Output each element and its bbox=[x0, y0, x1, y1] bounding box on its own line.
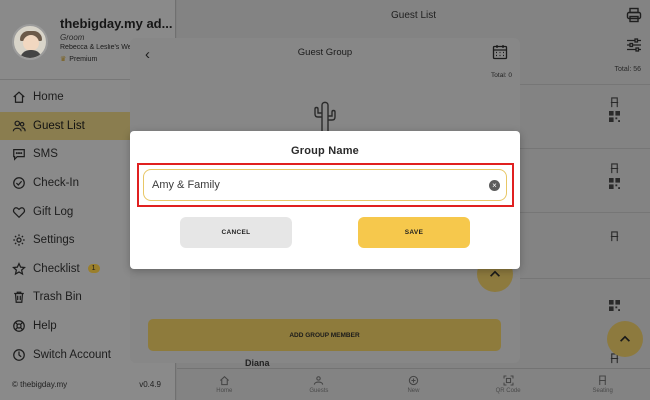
sidebar-item-label: Settings bbox=[33, 234, 75, 247]
plus-circle-icon bbox=[408, 375, 419, 386]
home-icon bbox=[12, 90, 26, 104]
sidebar-item-label: Check-In bbox=[33, 177, 80, 190]
qr-code-icon bbox=[503, 375, 514, 386]
heart-icon bbox=[12, 205, 26, 219]
save-button[interactable]: SAVE bbox=[358, 217, 470, 248]
tab-label: Guests bbox=[309, 388, 329, 394]
cancel-button[interactable]: CANCEL bbox=[180, 217, 292, 248]
chair-icon bbox=[610, 97, 619, 108]
clear-input-icon[interactable]: × bbox=[489, 180, 500, 191]
switch-icon bbox=[12, 348, 26, 362]
guest-name-partial: Diana bbox=[245, 358, 270, 368]
filter-icon[interactable] bbox=[626, 37, 642, 53]
guests-icon bbox=[12, 119, 26, 133]
plan-label: Premium bbox=[69, 56, 98, 63]
sidebar-item-label: Checklist bbox=[33, 262, 80, 275]
app-root: thebigday.my ad... Groom Rebecca & Lesli… bbox=[0, 0, 650, 400]
checklist-count-badge: 1 bbox=[87, 264, 100, 274]
chevron-up-icon bbox=[490, 270, 500, 277]
sidebar-item-label: Help bbox=[33, 320, 57, 333]
account-role: Groom bbox=[60, 33, 85, 42]
gear-icon bbox=[12, 233, 26, 247]
tab-seating[interactable]: Seating bbox=[555, 369, 650, 400]
trash-icon bbox=[12, 290, 26, 304]
sidebar-item-label: Guest List bbox=[33, 119, 85, 132]
chair-icon bbox=[610, 231, 619, 242]
tab-label: QR Code bbox=[495, 388, 521, 394]
dialog-title: Group Name bbox=[290, 145, 359, 157]
qr-code-icon bbox=[609, 300, 620, 311]
tab-label: New bbox=[407, 388, 420, 394]
sidebar-item-label: Trash Bin bbox=[33, 291, 82, 304]
account-name: thebigday.my ad... bbox=[60, 16, 172, 31]
guest-total: Total: 56 bbox=[614, 66, 641, 73]
guests-icon bbox=[314, 376, 324, 385]
sidebar-item-label: Home bbox=[33, 91, 64, 104]
group-name-dialog: Group Name × CANCEL SAVE bbox=[130, 131, 520, 269]
cactus-icon bbox=[314, 101, 336, 131]
sms-icon bbox=[12, 147, 26, 162]
sidebar-item-label: Switch Account bbox=[33, 348, 111, 361]
chair-icon bbox=[599, 375, 607, 385]
add-group-member-button[interactable]: ADD GROUP MEMBER bbox=[148, 319, 501, 351]
avatar bbox=[12, 24, 48, 60]
star-icon bbox=[12, 261, 26, 276]
sidebar-item-label: Gift Log bbox=[33, 205, 74, 218]
chevron-up-icon bbox=[620, 335, 630, 342]
group-name-field: × bbox=[143, 169, 507, 201]
tab-label: Home bbox=[216, 388, 233, 394]
check-in-icon bbox=[12, 176, 26, 190]
tab-home[interactable]: Home bbox=[177, 369, 272, 400]
panel-title: Guest Group bbox=[297, 47, 353, 58]
tab-new[interactable]: New bbox=[366, 369, 461, 400]
page-title: Guest List bbox=[390, 10, 437, 21]
qr-code-icon bbox=[609, 111, 620, 122]
calendar-icon[interactable] bbox=[492, 44, 508, 60]
help-icon bbox=[12, 319, 26, 333]
print-icon[interactable] bbox=[626, 7, 642, 23]
crown-icon: ♛ bbox=[60, 56, 67, 63]
scroll-up-button[interactable] bbox=[607, 321, 643, 357]
tab-guests[interactable]: Guests bbox=[272, 369, 367, 400]
qr-code-icon bbox=[609, 178, 620, 189]
bottom-tab-bar: Home Guests New QR Code Seating bbox=[177, 368, 650, 400]
group-total: Total: 0 bbox=[491, 72, 512, 79]
copyright-text: © thebigday.my bbox=[12, 380, 68, 389]
plan-badge: ♛ Premium bbox=[60, 55, 97, 63]
main-header: Guest List bbox=[177, 0, 650, 30]
chair-icon bbox=[610, 163, 619, 174]
tab-label: Seating bbox=[592, 388, 613, 394]
group-name-input[interactable] bbox=[144, 170, 506, 200]
home-icon bbox=[219, 376, 229, 386]
sidebar-item-label: SMS bbox=[33, 148, 58, 161]
version-text: v0.4.9 bbox=[139, 380, 161, 389]
tab-qr-code[interactable]: QR Code bbox=[461, 369, 556, 400]
